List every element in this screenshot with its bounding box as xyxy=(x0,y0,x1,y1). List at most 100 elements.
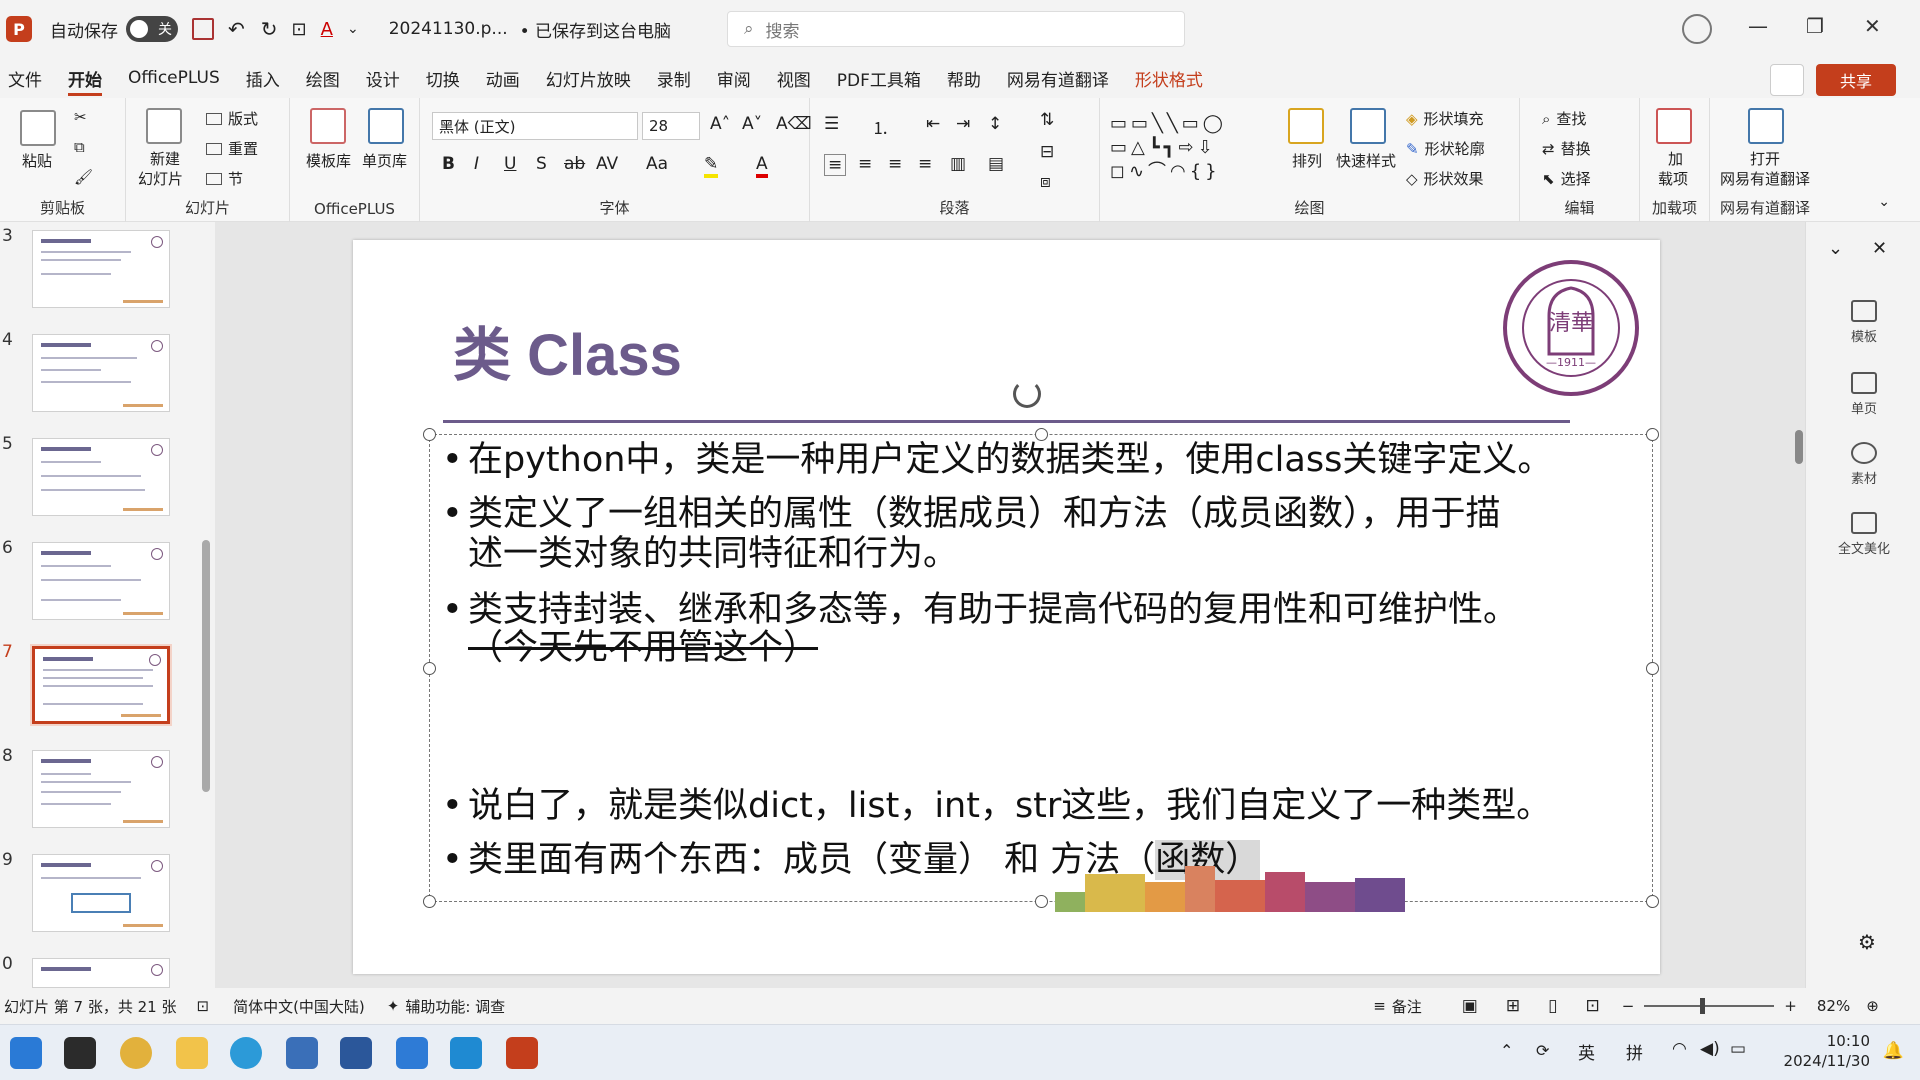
shape-fill-button[interactable]: ◈ 形状填充 xyxy=(1406,108,1484,129)
slide-thumbnail-selected[interactable] xyxy=(30,644,172,726)
search-input[interactable]: ⌕ 搜索 xyxy=(727,11,1185,47)
system-clock[interactable]: 10:10 2024/11/30 xyxy=(1784,1031,1870,1071)
template-library-icon[interactable] xyxy=(310,108,346,144)
change-case-button[interactable]: Aa xyxy=(646,154,668,174)
zoom-level[interactable]: 82% xyxy=(1817,997,1850,1015)
justify-icon[interactable]: ≡ xyxy=(918,154,932,174)
tab-draw[interactable]: 绘图 xyxy=(293,58,353,98)
resize-handle[interactable] xyxy=(1646,895,1659,908)
spellcheck-icon[interactable]: ⊡ xyxy=(196,997,209,1015)
tab-record[interactable]: 录制 xyxy=(644,58,704,98)
settings-gear-icon[interactable]: ⚙ xyxy=(1858,930,1876,954)
tab-insert[interactable]: 插入 xyxy=(233,58,293,98)
shape-effect-button[interactable]: ◇ 形状效果 xyxy=(1406,168,1484,189)
word-icon[interactable] xyxy=(340,1037,372,1069)
shadow-button[interactable]: S xyxy=(536,154,547,174)
zoom-out-icon[interactable]: − xyxy=(1622,997,1635,1015)
decrease-font-icon[interactable]: A˅ xyxy=(742,114,762,134)
reset-button[interactable]: 重置 xyxy=(206,138,258,159)
terminal-icon[interactable] xyxy=(64,1037,96,1069)
find-button[interactable]: ⌕ 查找 xyxy=(1542,108,1586,129)
tab-view[interactable]: 视图 xyxy=(764,58,824,98)
comments-icon[interactable] xyxy=(1770,64,1804,96)
text-direction-icon[interactable]: ⇅ xyxy=(1040,110,1054,130)
bullets-icon[interactable]: ☰ xyxy=(824,114,839,134)
normal-view-icon[interactable]: ▣ xyxy=(1462,996,1478,1016)
clear-format-icon[interactable]: A⌫ xyxy=(776,114,812,134)
battery-icon[interactable]: ▭ xyxy=(1730,1039,1746,1059)
redo-icon[interactable]: ↻ xyxy=(261,17,278,41)
tab-file[interactable]: 文件 xyxy=(0,58,55,98)
tab-slideshow[interactable]: 幻灯片放映 xyxy=(533,58,644,98)
tab-design[interactable]: 设计 xyxy=(353,58,413,98)
customize-toolbar-icon[interactable]: ⌄ xyxy=(347,21,359,37)
slideshow-icon[interactable]: ⊡ xyxy=(1585,996,1599,1016)
bold-button[interactable]: B xyxy=(442,154,455,174)
replace-button[interactable]: ⇄ 替换 xyxy=(1542,138,1591,159)
accessibility-status[interactable]: 辅助功能: 调查 xyxy=(405,996,505,1017)
increase-indent-icon[interactable]: ⇥ xyxy=(956,114,970,134)
font-name-select[interactable]: 黑体 (正文) xyxy=(432,112,638,140)
tab-review[interactable]: 审阅 xyxy=(704,58,764,98)
font-color-icon[interactable]: A xyxy=(756,154,768,178)
save-icon[interactable] xyxy=(192,18,214,40)
zoom-slider[interactable] xyxy=(1644,998,1775,1014)
tab-youdao[interactable]: 网易有道翻译 xyxy=(994,58,1122,98)
whiteboard-icon[interactable] xyxy=(396,1037,428,1069)
wifi-icon[interactable]: ◠ xyxy=(1672,1039,1687,1059)
arrange-button[interactable]: 排列 xyxy=(1292,150,1322,171)
underline-button[interactable]: U xyxy=(504,154,516,174)
reading-view-icon[interactable]: ▯ xyxy=(1548,996,1557,1016)
resize-handle[interactable] xyxy=(423,662,436,675)
font-size-select[interactable]: 28 xyxy=(642,112,700,140)
addins-button[interactable]: 加 xyxy=(1668,148,1683,169)
select-button[interactable]: ⬉ 选择 xyxy=(1542,168,1591,189)
single-page-library-icon[interactable] xyxy=(368,108,404,144)
format-painter-icon[interactable]: 🖌 xyxy=(74,168,93,186)
cut-icon[interactable]: ✂ xyxy=(74,108,87,126)
slide-thumbnail[interactable] xyxy=(32,230,170,308)
slide-title[interactable]: 类 Class xyxy=(453,308,682,392)
autosave-toggle[interactable]: 关 xyxy=(126,16,178,42)
tray-chevron-icon[interactable]: ⌃ xyxy=(1500,1041,1513,1060)
panel-template-button[interactable]: 模板 xyxy=(1834,300,1894,345)
align-left-icon[interactable]: ≡ xyxy=(824,154,847,176)
zoom-in-icon[interactable]: + xyxy=(1784,997,1797,1015)
edge-icon[interactable] xyxy=(230,1037,262,1069)
align-right-icon[interactable]: ≡ xyxy=(888,154,902,174)
tab-shape-format[interactable]: 形状格式 xyxy=(1122,58,1216,98)
notification-bell-icon[interactable]: 🔔 xyxy=(1883,1041,1904,1061)
thumbnails-scrollbar[interactable] xyxy=(202,540,210,792)
copy-icon[interactable]: ⧉ xyxy=(74,138,85,156)
save-status[interactable]: • 已保存到这台电脑 xyxy=(520,17,671,42)
italic-button[interactable]: I xyxy=(474,154,479,174)
font-color-quick-icon[interactable]: A xyxy=(321,19,333,40)
file-explorer-icon[interactable] xyxy=(176,1037,208,1069)
line-spacing-icon[interactable]: ↕ xyxy=(988,114,1002,134)
highlight-icon[interactable]: ✎ xyxy=(704,154,719,178)
slide-thumbnail[interactable] xyxy=(32,854,170,932)
notepad-icon[interactable] xyxy=(286,1037,318,1069)
content-textbox[interactable]: • 在python中，类是一种用户定义的数据类型，使用class关键字定义。 • 类… xyxy=(423,428,1659,908)
undo-icon[interactable]: ↶ xyxy=(228,17,245,41)
resize-handle[interactable] xyxy=(1646,662,1659,675)
arrange-icon[interactable] xyxy=(1288,108,1324,144)
share-button[interactable]: 共享 xyxy=(1816,64,1896,96)
resize-handle[interactable] xyxy=(423,428,436,441)
close-icon[interactable]: ✕ xyxy=(1864,14,1881,38)
slide-thumbnail[interactable] xyxy=(32,542,170,620)
rotate-handle-icon[interactable] xyxy=(1013,380,1041,408)
template-library-button[interactable]: 模板库 xyxy=(306,150,351,171)
decrease-indent-icon[interactable]: ⇤ xyxy=(926,114,940,134)
minimize-icon[interactable]: — xyxy=(1748,14,1768,38)
align-center-icon[interactable]: ≡ xyxy=(858,154,872,174)
ime-language[interactable]: 英 xyxy=(1578,1039,1595,1064)
chrome-icon[interactable] xyxy=(120,1037,152,1069)
slide-thumbnail[interactable] xyxy=(32,958,170,988)
panel-close-icon[interactable]: ✕ xyxy=(1872,238,1887,259)
tab-animations[interactable]: 动画 xyxy=(473,58,533,98)
restore-icon[interactable]: ❐ xyxy=(1806,14,1824,38)
align-text-icon[interactable]: ⊟ xyxy=(1040,142,1054,162)
smartart-icon[interactable]: ⧈ xyxy=(1040,172,1051,192)
fit-to-window-icon[interactable]: ⊕ xyxy=(1866,997,1879,1015)
